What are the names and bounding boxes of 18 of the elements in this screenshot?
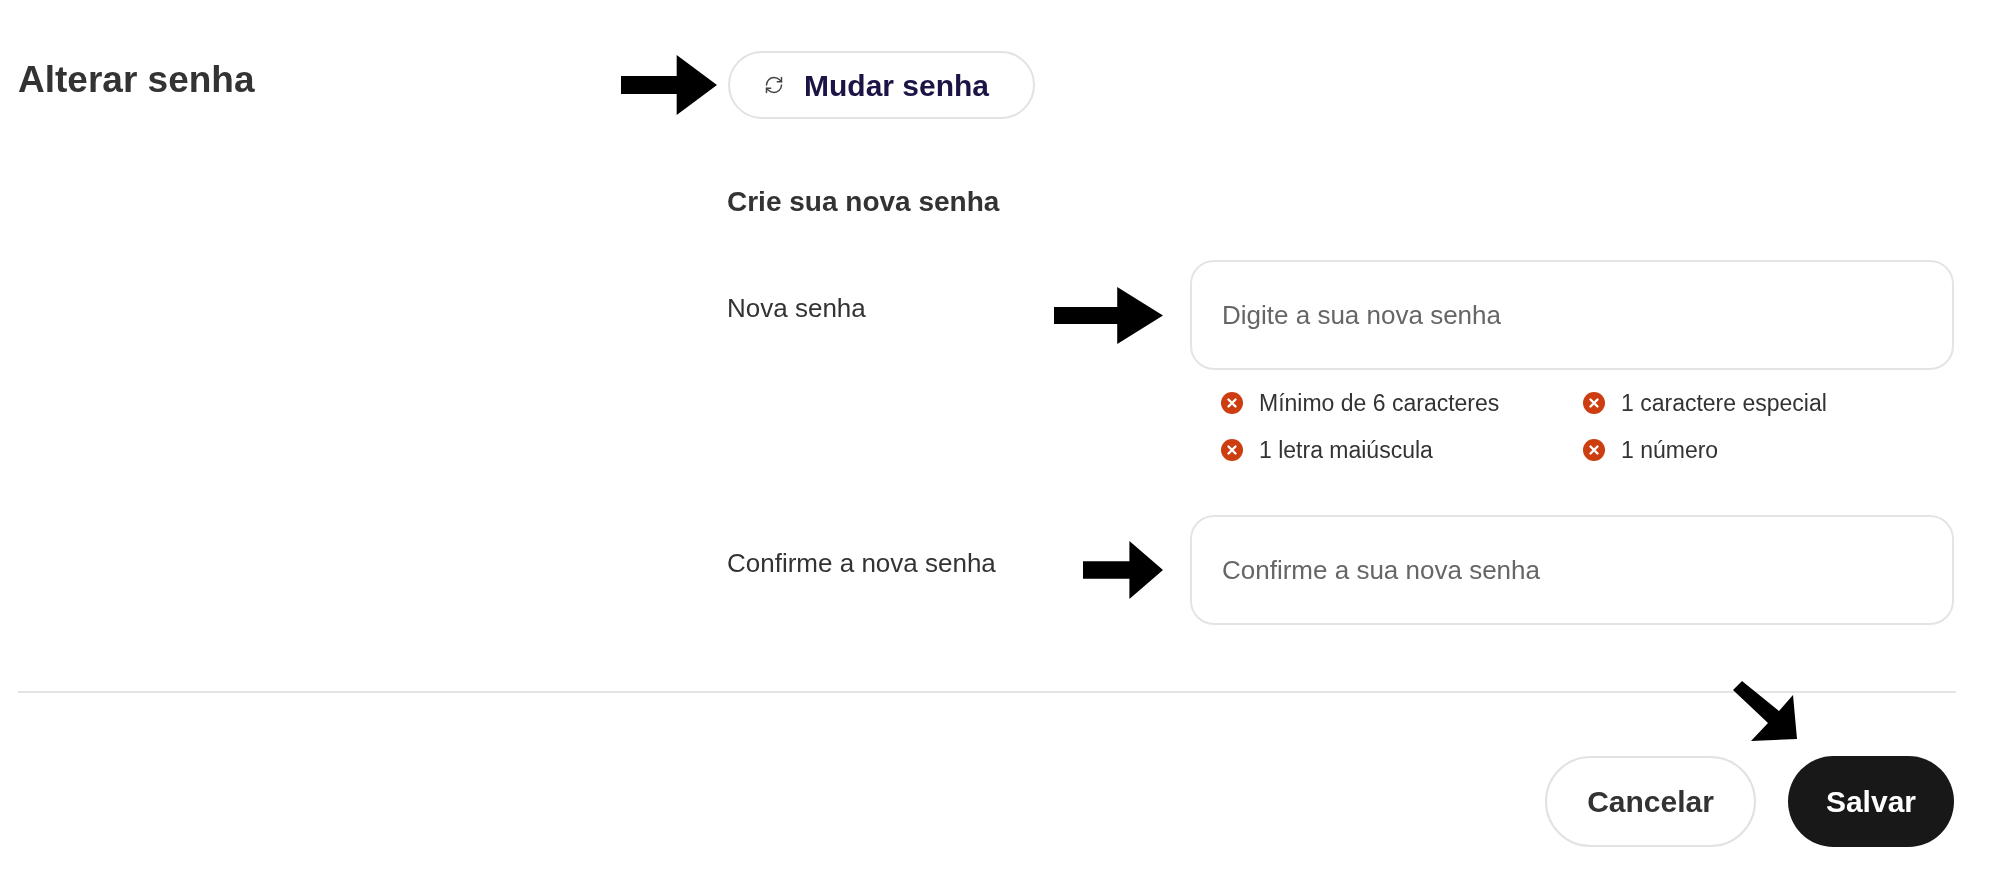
requirement-text: 1 número xyxy=(1621,436,1719,465)
form-heading: Crie sua nova senha xyxy=(727,186,1001,218)
refresh-icon xyxy=(764,75,784,95)
arrow-icon xyxy=(621,55,717,115)
requirement-text: 1 caractere especial xyxy=(1621,389,1827,418)
field-label: Nova senha xyxy=(727,293,866,325)
save-button[interactable]: Salvar xyxy=(1787,756,1954,847)
change-password-button[interactable]: Mudar senha xyxy=(728,51,1036,119)
arrow-icon xyxy=(1054,286,1163,344)
field-label: Confirme a nova senha xyxy=(727,548,996,580)
requirement-text: Mínimo de 6 caracteres xyxy=(1259,389,1500,418)
password-field[interactable]: Digite a sua nova senha xyxy=(1190,260,1954,370)
arrow-icon xyxy=(1083,541,1163,599)
cancel-button[interactable]: Cancelar xyxy=(1545,756,1756,847)
requirement-text: 1 letra maiúscula xyxy=(1259,436,1433,465)
password-field[interactable]: Confirme a sua nova senha xyxy=(1190,515,1954,625)
page-title: Alterar senha xyxy=(18,58,256,102)
arrow-icon xyxy=(1732,681,1797,741)
